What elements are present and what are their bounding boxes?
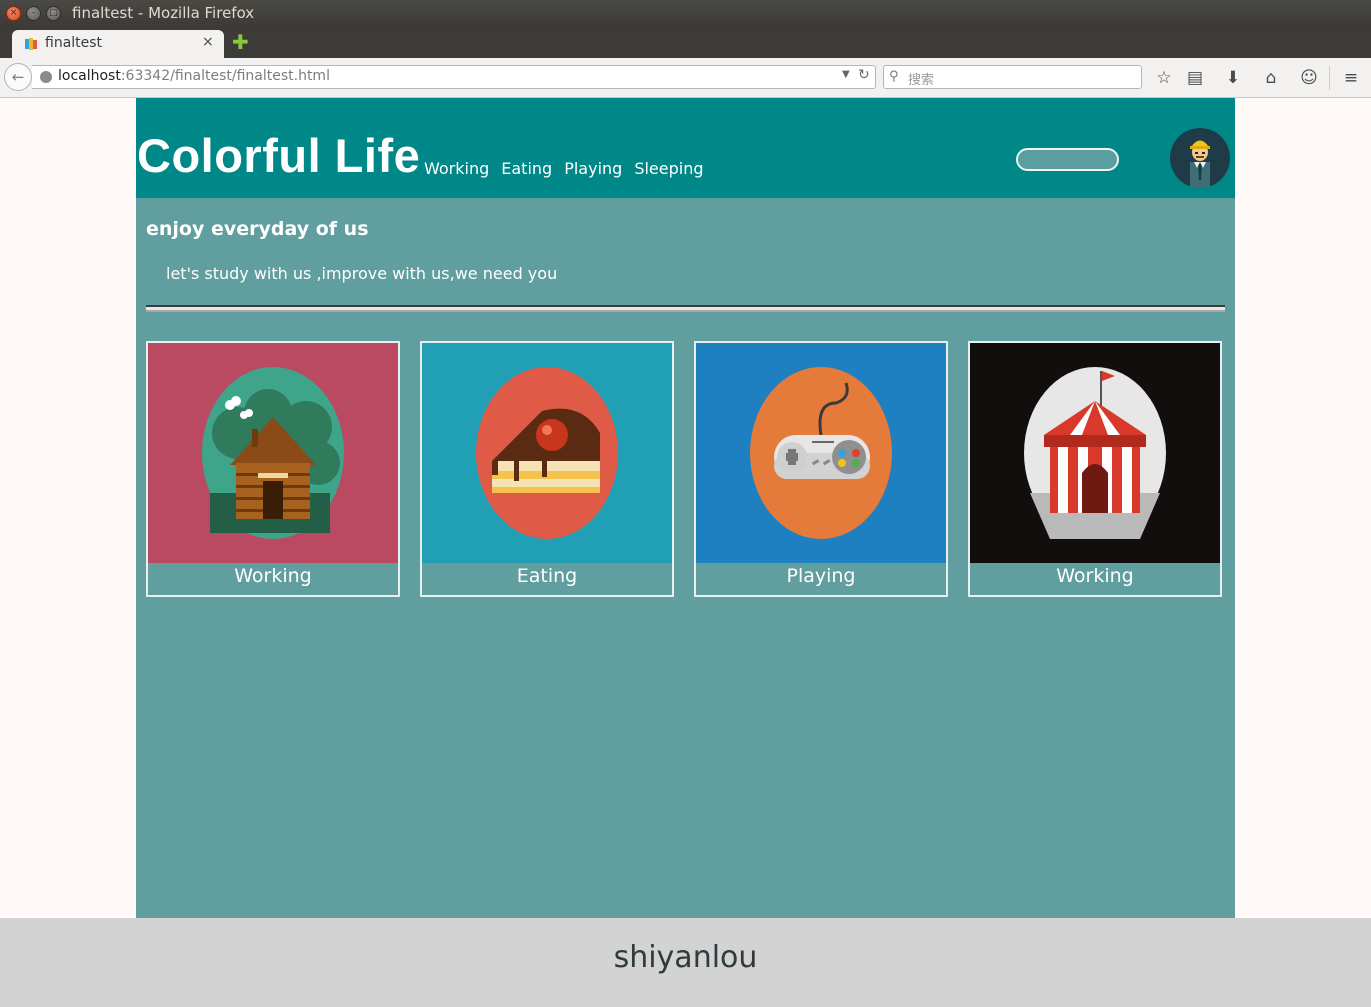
download-icon[interactable]: ⬇ [1222,67,1244,89]
nav-link-playing[interactable]: Playing [564,159,622,178]
home-icon[interactable]: ⌂ [1260,67,1282,89]
window-minimize-button[interactable]: – [26,6,41,21]
url-path: :63342/finaltest/finaltest.html [120,68,330,84]
site-footer: shiyanlou [0,918,1371,1007]
new-tab-icon[interactable]: ✚ [232,32,249,52]
window-close-button[interactable]: × [6,6,21,21]
reload-icon[interactable]: ↻ [858,67,870,83]
site-identity-icon[interactable] [40,71,52,83]
log-cabin-icon [202,367,344,539]
nav-link-sleeping[interactable]: Sleeping [634,159,703,178]
reading-list-icon[interactable]: ▤ [1184,67,1206,89]
site-title: Colorful Life [137,129,421,182]
minimize-icon: – [31,8,36,18]
footer-text: shiyanlou [613,940,758,975]
tab-strip: finaltest × ✚ [0,28,1371,58]
navigation-bar: localhost:63342/finaltest/finaltest.html… [0,58,1371,98]
cake-slice-icon [476,367,618,539]
search-icon: ⚲ [889,69,899,84]
avatar-worker-icon [1190,140,1210,188]
search-placeholder: 搜索 [908,73,935,88]
subline: let's study with us ,improve with us,we … [166,264,558,283]
card-art [970,343,1220,563]
window-maximize-button[interactable]: □ [46,6,61,21]
back-arrow-icon: ← [11,68,25,86]
menu-icon[interactable]: ≡ [1340,67,1362,89]
bookmark-star-icon[interactable]: ☆ [1153,67,1175,89]
url-text[interactable]: localhost:63342/finaltest/finaltest.html [58,68,330,84]
card-art [696,343,946,563]
nav-link-eating[interactable]: Eating [501,159,552,178]
site-header: Colorful Life Working Eating Playing Sleepi… [136,98,1235,198]
tab-finaltest[interactable]: finaltest × [12,30,224,58]
close-icon: × [9,8,18,18]
search-bar[interactable]: ⚲ 搜索 [883,65,1142,89]
favicon-icon [25,38,37,50]
url-dropdown-icon[interactable]: ▼ [842,69,850,80]
header-search-input[interactable] [1016,148,1119,171]
card-working-2[interactable]: Working [968,341,1222,597]
card-playing[interactable]: Playing [694,341,948,597]
card-caption: Playing [786,565,856,587]
chat-icon[interactable]: ☺ [1298,67,1320,89]
page-container: Colorful Life Working Eating Playing Sleepi… [136,98,1235,918]
card-art [148,343,398,563]
game-controller-icon [750,367,892,539]
avatar[interactable] [1170,128,1230,188]
window-titlebar: × – □ finaltest - Mozilla Firefox [0,0,1371,28]
nav-link-working[interactable]: Working [424,159,489,178]
tagline: enjoy everyday of us [146,218,369,240]
card-art [422,343,672,563]
maximize-icon: □ [49,8,58,18]
card-working[interactable]: Working [146,341,400,597]
card-caption: Eating [516,565,578,587]
card-caption: Working [234,565,312,587]
divider [146,305,1225,312]
site-nav: Working Eating Playing Sleeping [424,159,716,178]
tab-close-icon[interactable]: × [202,34,214,50]
circus-tent-icon [1024,367,1166,539]
url-host: localhost [58,68,121,84]
card-caption: Working [1056,565,1134,587]
tab-label: finaltest [45,35,103,51]
back-button[interactable]: ← [4,63,32,91]
url-bar[interactable]: localhost:63342/finaltest/finaltest.html… [32,65,876,89]
toolbar-separator [1329,66,1330,90]
card-eating[interactable]: Eating [420,341,674,597]
window-title: finaltest - Mozilla Firefox [72,4,255,22]
